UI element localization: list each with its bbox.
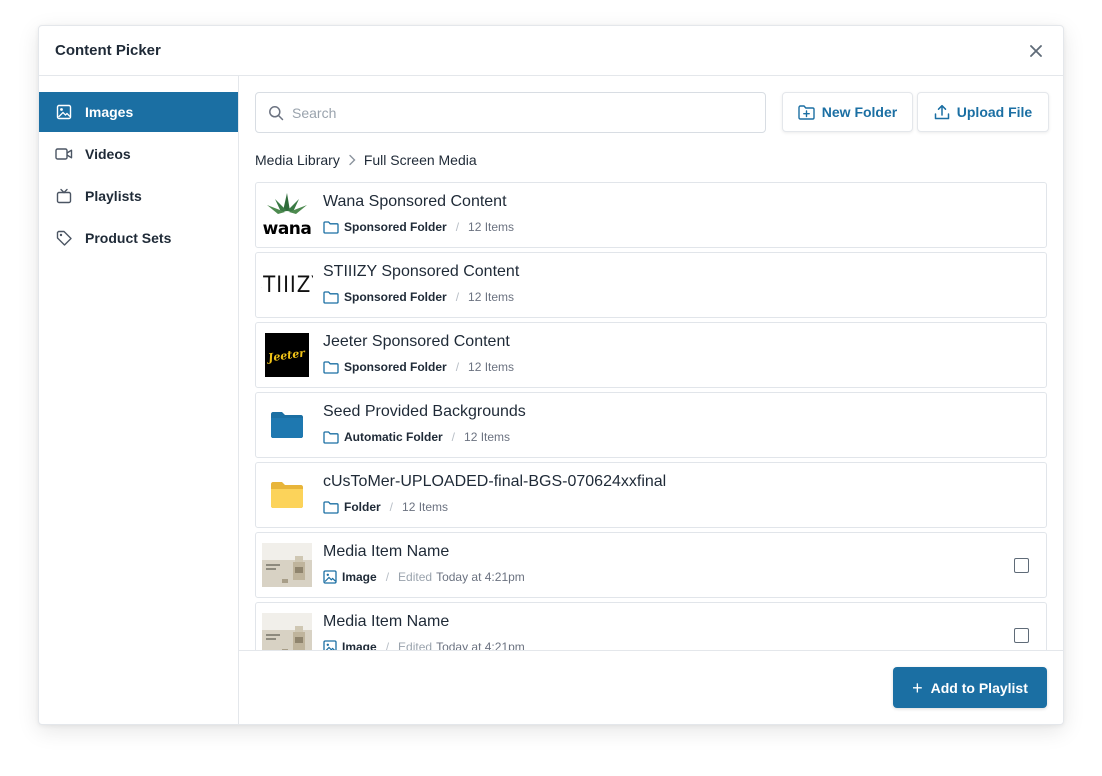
item-meta: Folder / 12 Items bbox=[323, 500, 448, 514]
blue-folder-icon bbox=[261, 399, 313, 451]
item-meta: Image / Edited Today at 4:21pm bbox=[323, 570, 525, 584]
item-title: Wana Sponsored Content bbox=[323, 193, 507, 210]
folder-icon bbox=[323, 430, 339, 444]
list-item[interactable]: Media Item Name Image / Edited Today at … bbox=[255, 602, 1047, 651]
meta-separator: / bbox=[455, 360, 460, 374]
new-folder-button[interactable]: New Folder bbox=[782, 92, 913, 132]
video-icon bbox=[55, 145, 73, 163]
close-icon bbox=[1030, 44, 1042, 57]
list-item[interactable]: wana Wana Sponsored Content Sponsored Fo… bbox=[255, 182, 1047, 248]
list-item[interactable]: Media Item Name Image / Edited Today at … bbox=[255, 532, 1047, 598]
chevron-right-icon bbox=[348, 154, 356, 166]
breadcrumb-item-media-library[interactable]: Media Library bbox=[255, 152, 340, 168]
item-title: Jeeter Sponsored Content bbox=[323, 333, 510, 350]
item-meta: Automatic Folder / 12 Items bbox=[323, 430, 510, 444]
sidebar-item-product-sets[interactable]: Product Sets bbox=[39, 218, 238, 258]
select-checkbox[interactable] bbox=[1014, 628, 1029, 643]
sidebar-item-label: Videos bbox=[85, 146, 131, 162]
media-thumbnail bbox=[261, 609, 313, 651]
folder-icon bbox=[323, 500, 339, 514]
meta-separator: / bbox=[385, 570, 390, 584]
meta-separator: / bbox=[451, 430, 456, 444]
meta-separator: / bbox=[389, 500, 394, 514]
search-icon bbox=[269, 105, 284, 120]
meta-separator: / bbox=[455, 290, 460, 304]
item-count: 12 Items bbox=[464, 430, 511, 444]
stiizy-logo-thumbnail: STIIIZY bbox=[261, 259, 313, 311]
wana-logo-thumbnail: wana bbox=[261, 189, 313, 241]
list-item[interactable]: STIIIZY STIIIZY Sponsored Content Sponso… bbox=[255, 252, 1047, 318]
select-checkbox[interactable] bbox=[1014, 558, 1029, 573]
list-item[interactable]: Jeeter Jeeter Sponsored Content Sponsore… bbox=[255, 322, 1047, 388]
modal-footer: + Add to Playlist bbox=[239, 650, 1063, 724]
item-count: 12 Items bbox=[468, 220, 515, 234]
main-panel: New Folder Upload File Media Library Ful… bbox=[239, 76, 1063, 724]
sidebar: Images Videos Playlists Product Sets bbox=[39, 76, 239, 724]
upload-file-button[interactable]: Upload File bbox=[917, 92, 1049, 132]
sidebar-item-images[interactable]: Images bbox=[39, 92, 238, 132]
item-count: 12 Items bbox=[402, 500, 449, 514]
new-folder-label: New Folder bbox=[821, 104, 898, 120]
list-item[interactable]: cUsToMer-UPLOADED-final-BGS-070624xxfina… bbox=[255, 462, 1047, 528]
item-type: Sponsored Folder bbox=[344, 360, 447, 374]
image-icon bbox=[55, 103, 73, 121]
content-picker-modal: Content Picker Images Videos Playlists P… bbox=[38, 25, 1064, 725]
item-meta: Sponsored Folder / 12 Items bbox=[323, 220, 514, 234]
item-type: Image bbox=[342, 570, 377, 584]
yellow-folder-icon bbox=[261, 469, 313, 521]
add-to-playlist-label: Add to Playlist bbox=[930, 679, 1028, 696]
image-icon bbox=[323, 570, 337, 584]
search-input[interactable] bbox=[292, 104, 732, 121]
folder-icon bbox=[323, 220, 339, 234]
wana-logo-text: wana bbox=[263, 219, 312, 239]
edited-label: Edited bbox=[398, 570, 433, 584]
modal-header: Content Picker bbox=[39, 26, 1063, 76]
item-title: Media Item Name bbox=[323, 543, 450, 560]
breadcrumb-item-current: Full Screen Media bbox=[363, 152, 477, 168]
item-type: Automatic Folder bbox=[344, 430, 443, 444]
upload-file-label: Upload File bbox=[956, 104, 1033, 120]
folder-icon bbox=[323, 290, 339, 304]
jeeter-logo-thumbnail: Jeeter bbox=[261, 329, 313, 381]
close-button[interactable] bbox=[1025, 40, 1047, 62]
meta-separator: / bbox=[455, 220, 460, 234]
plus-icon: + bbox=[912, 677, 923, 698]
item-title: cUsToMer-UPLOADED-final-BGS-070624xxfina… bbox=[323, 473, 667, 490]
list-item[interactable]: Seed Provided Backgrounds Automatic Fold… bbox=[255, 392, 1047, 458]
item-meta: Sponsored Folder / 12 Items bbox=[323, 360, 514, 374]
item-type: Sponsored Folder bbox=[344, 220, 447, 234]
item-type: Folder bbox=[344, 500, 381, 514]
edited-time: Today at 4:21pm bbox=[436, 570, 525, 584]
item-title: STIIIZY Sponsored Content bbox=[323, 263, 520, 280]
modal-title: Content Picker bbox=[55, 42, 161, 59]
jeeter-logo-text: Jeeter bbox=[267, 345, 307, 365]
item-type: Sponsored Folder bbox=[344, 290, 447, 304]
item-count: 12 Items bbox=[468, 290, 515, 304]
add-to-playlist-button[interactable]: + Add to Playlist bbox=[893, 667, 1047, 708]
item-title: Seed Provided Backgrounds bbox=[323, 403, 526, 420]
media-thumbnail bbox=[261, 539, 313, 591]
item-count: 12 Items bbox=[468, 360, 515, 374]
item-title: Media Item Name bbox=[323, 613, 450, 630]
toolbar: New Folder Upload File bbox=[255, 92, 1049, 133]
folder-plus-icon bbox=[798, 104, 815, 120]
sidebar-item-label: Product Sets bbox=[85, 230, 172, 246]
folder-icon bbox=[323, 360, 339, 374]
breadcrumb: Media Library Full Screen Media bbox=[255, 151, 477, 169]
search-box[interactable] bbox=[255, 92, 766, 133]
item-meta: Sponsored Folder / 12 Items bbox=[323, 290, 514, 304]
stiizy-logo-text: STIIIZY bbox=[261, 272, 313, 298]
upload-icon bbox=[934, 104, 950, 120]
sidebar-item-playlists[interactable]: Playlists bbox=[39, 176, 238, 216]
sidebar-item-videos[interactable]: Videos bbox=[39, 134, 238, 174]
sidebar-item-label: Images bbox=[85, 104, 134, 120]
tag-icon bbox=[55, 229, 73, 247]
sidebar-item-label: Playlists bbox=[85, 188, 142, 204]
playlist-icon bbox=[55, 187, 73, 205]
media-list: wana Wana Sponsored Content Sponsored Fo… bbox=[255, 182, 1047, 651]
